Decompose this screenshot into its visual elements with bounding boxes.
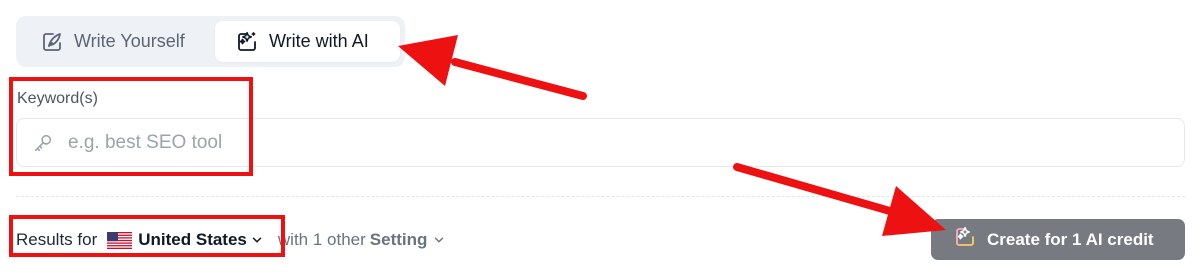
annotation-arrows [398, 35, 946, 236]
annotation-arrow-tab [398, 35, 587, 100]
ai-writer-panel: Write Yourself Write with AI Keyword(s) [0, 0, 1200, 274]
annotation-arrow-button [733, 163, 946, 236]
